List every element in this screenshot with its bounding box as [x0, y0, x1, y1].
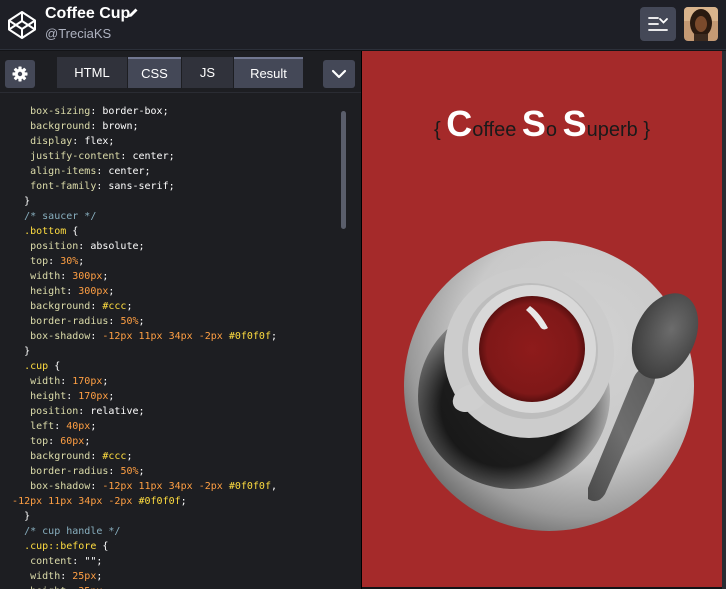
heading-close-brace: } — [643, 119, 651, 141]
code-line: .bottom { — [24, 226, 79, 237]
collapse-editor-button[interactable] — [323, 60, 355, 88]
page-heading: { Coffee So Superb } — [362, 103, 722, 145]
code-line: position: relative; — [30, 406, 145, 417]
heading-letter-s2: S — [562, 103, 587, 144]
heading-open-brace: { — [433, 119, 441, 141]
result-scroll-edge — [722, 51, 726, 589]
code-line: display: flex; — [30, 136, 115, 147]
edit-pencil-icon[interactable] — [127, 7, 139, 19]
code-line: width: 25px; — [30, 571, 103, 582]
code-line: background: #ccc; — [30, 451, 133, 462]
code-line: top: 30%; — [30, 256, 85, 267]
code-line: justify-content: center; — [30, 151, 175, 162]
code-line: border-radius: 50%; — [30, 466, 145, 477]
code-line: width: 300px; — [30, 271, 109, 282]
code-line: align-items: center; — [30, 166, 151, 177]
layout-icon — [648, 17, 668, 31]
code-line: box-sizing: border-box; — [30, 106, 169, 117]
code-line: width: 170px; — [30, 376, 109, 387]
heading-letter-s1: S — [521, 103, 546, 144]
heading-word-coffee: offee — [472, 119, 517, 141]
code-area[interactable]: box-sizing: border-box; background: brow… — [0, 104, 355, 589]
heading-word-so: o — [545, 119, 558, 141]
code-line: } — [0, 196, 31, 207]
tab-result[interactable]: Result — [234, 57, 303, 88]
code-line: font-family: sans-serif; — [30, 181, 175, 192]
editor-scrollbar[interactable] — [341, 111, 346, 229]
code-line: -12px 11px 34px -2px #0f0f0f; — [12, 496, 187, 507]
code-line: /* cup handle */ — [24, 526, 121, 537]
code-line: height: 170px; — [30, 391, 115, 402]
css-editor-panel: HTML CSS JS Result box-sizing: border-bo… — [0, 51, 361, 589]
code-line: top: 60px; — [30, 436, 91, 447]
code-line: content: ""; — [30, 556, 103, 567]
gear-icon — [12, 66, 28, 82]
code-line: height: 300px; — [30, 286, 115, 297]
heading-word-superb: uperb — [586, 119, 638, 141]
heading-letter-c: C — [446, 103, 473, 144]
tab-html[interactable]: HTML — [57, 57, 127, 88]
code-line: .cup::before { — [24, 541, 109, 552]
code-line: } — [0, 511, 31, 522]
code-line: background: #ccc; — [30, 301, 133, 312]
tab-css[interactable]: CSS — [128, 57, 181, 88]
tab-js[interactable]: JS — [182, 57, 233, 88]
chevron-down-icon — [331, 69, 347, 79]
code-line: .cup { — [24, 361, 61, 372]
code-line: height: 35px; — [0, 584, 355, 589]
code-line: border-radius: 50%; — [30, 316, 145, 327]
result-preview: { Coffee So Superb } — [362, 51, 722, 587]
top-bar: Coffee Cup @TreciaKS — [0, 0, 726, 50]
code-line: box-shadow: -12px 11px 34px -2px #0f0f0f… — [30, 481, 278, 492]
code-line: /* saucer */ — [24, 211, 97, 222]
code-line: box-shadow: -12px 11px 34px -2px #0f0f0f… — [30, 331, 278, 342]
codepen-logo-icon[interactable] — [6, 9, 38, 41]
change-view-button[interactable] — [640, 7, 676, 41]
code-line: left: 40px; — [30, 421, 97, 432]
code-line: position: absolute; — [30, 241, 145, 252]
author-name[interactable]: @TreciaKS — [45, 26, 111, 41]
user-avatar[interactable] — [684, 7, 718, 41]
code-line: background: brown; — [30, 121, 139, 132]
settings-button[interactable] — [5, 60, 35, 88]
pen-title[interactable]: Coffee Cup — [45, 5, 130, 23]
code-line: } — [0, 346, 31, 357]
editor-header: HTML CSS JS Result — [0, 51, 361, 93]
